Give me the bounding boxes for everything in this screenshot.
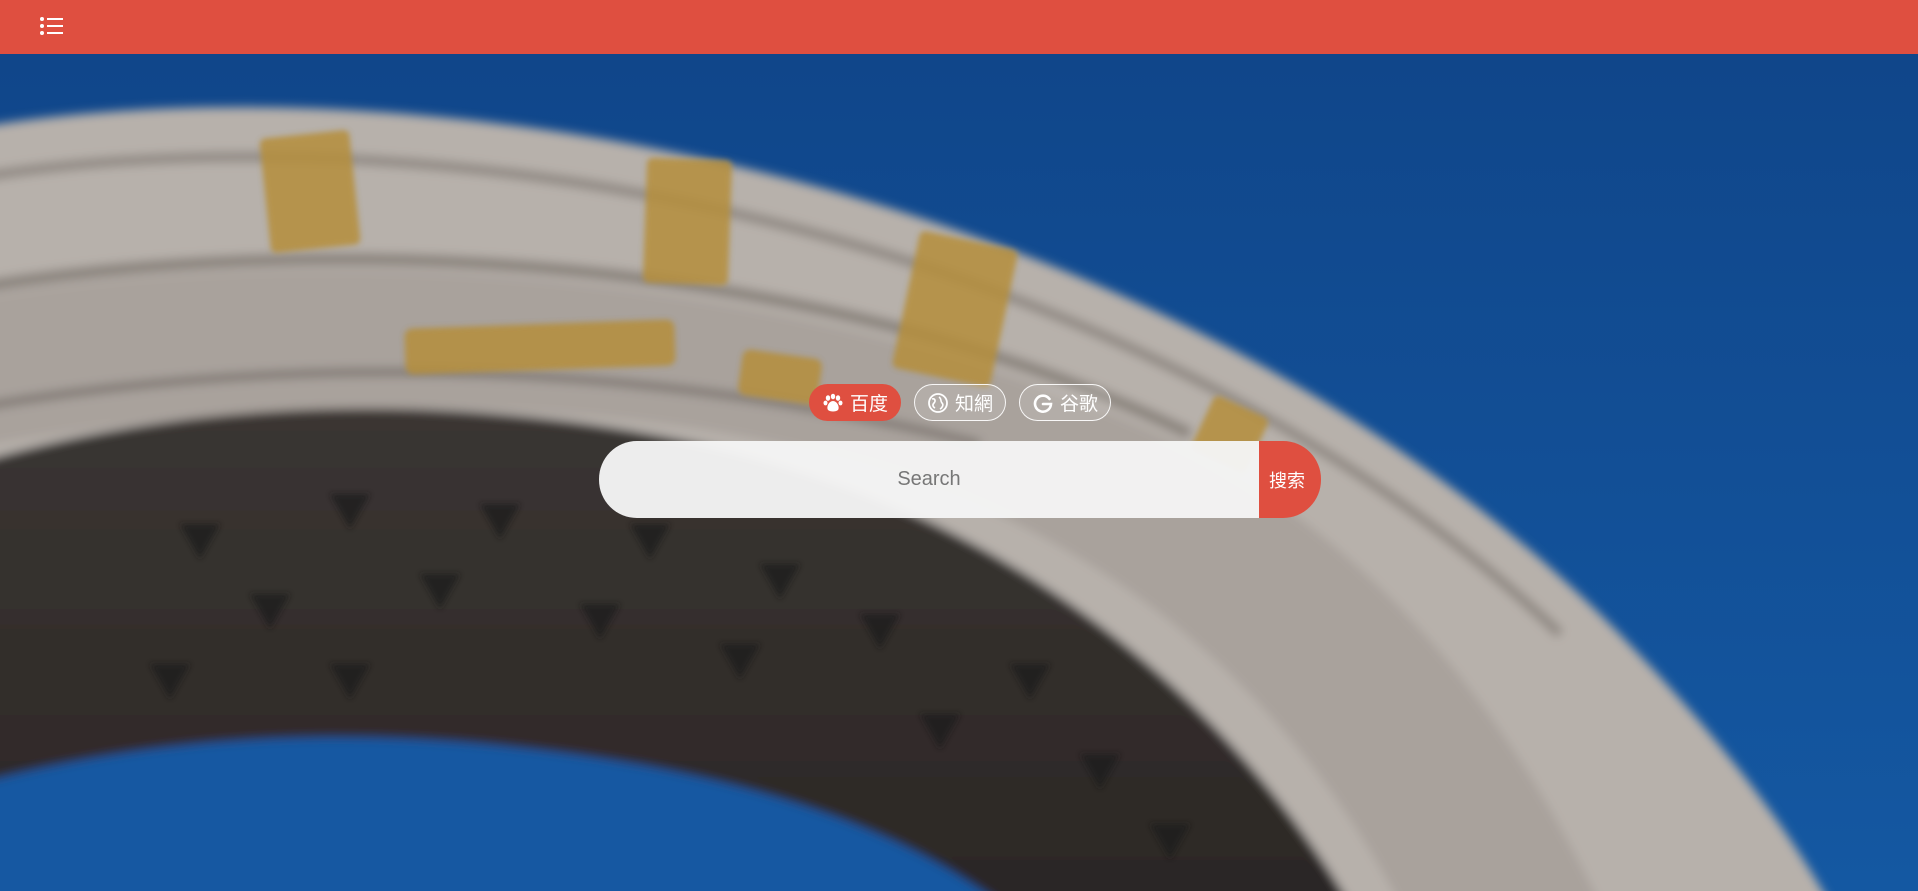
- google-g-icon: [1032, 392, 1054, 414]
- engine-chip-label: 谷歌: [1060, 393, 1099, 415]
- page: 百度 知網 谷歌 搜索: [0, 0, 1918, 891]
- top-bar: [0, 0, 1918, 54]
- search-input[interactable]: [599, 441, 1259, 518]
- engine-chip-baidu[interactable]: 百度: [809, 384, 901, 421]
- engine-chip-google[interactable]: 谷歌: [1019, 384, 1111, 421]
- list-menu-icon[interactable]: [38, 13, 66, 41]
- engine-chip-label: 知網: [955, 393, 994, 415]
- cnki-globe-icon: [927, 392, 949, 414]
- engine-chip-cnki[interactable]: 知網: [914, 384, 1006, 421]
- search-button[interactable]: 搜索: [1259, 441, 1321, 518]
- baidu-paw-icon: [822, 392, 844, 414]
- engine-chip-label: 百度: [850, 393, 889, 415]
- search-bar: 搜索: [599, 441, 1321, 518]
- search-engine-selector: 百度 知網 谷歌: [0, 384, 1918, 421]
